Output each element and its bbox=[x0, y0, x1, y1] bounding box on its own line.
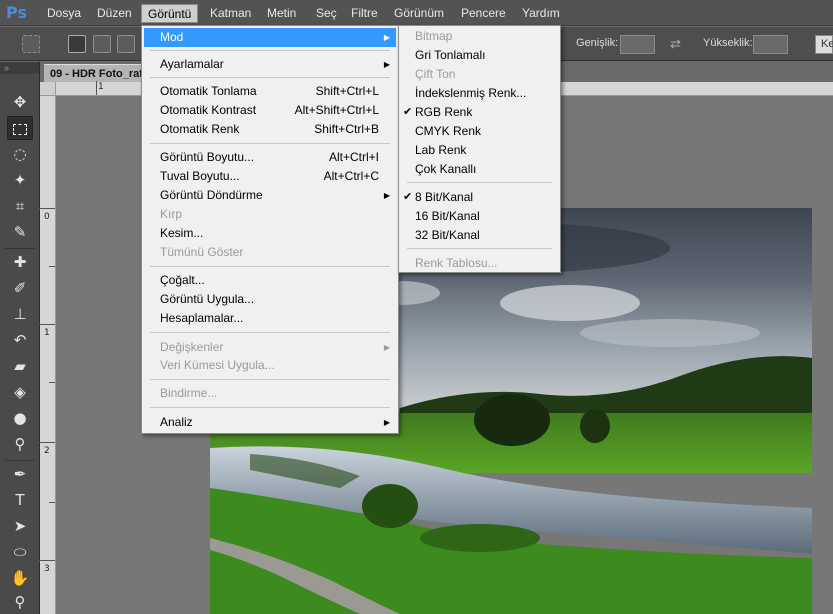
refine-edge-button[interactable]: Ke bbox=[815, 35, 833, 54]
swap-icon[interactable]: ⇄ bbox=[670, 36, 681, 52]
menu-filtre[interactable]: Filtre bbox=[345, 4, 384, 23]
ruler-top-label: 1 bbox=[98, 82, 104, 92]
eyedropper-tool-icon[interactable]: ✎ bbox=[7, 220, 33, 244]
width-field[interactable] bbox=[620, 35, 655, 54]
menu-dosya[interactable]: Dosya bbox=[41, 4, 87, 23]
ruler-left: 0 1 2 3 bbox=[39, 82, 56, 614]
mode-item-cok-kanalli[interactable]: Çok Kanallı bbox=[401, 160, 558, 179]
menu-goruntu[interactable]: Görüntü bbox=[141, 4, 199, 23]
mode-submenu: Bitmap Gri Tonlamalı Çift Ton İndekslenm… bbox=[398, 25, 561, 273]
history-brush-tool-icon[interactable]: ↶ bbox=[7, 328, 33, 352]
mode-item-rgb-renk[interactable]: ✔ RGB Renk bbox=[401, 103, 558, 122]
menu-item-cogalt[interactable]: Çoğalt... bbox=[144, 271, 396, 290]
clone-stamp-tool-icon[interactable]: ⊥ bbox=[7, 302, 33, 326]
mode-item-32-bit[interactable]: 32 Bit/Kanal bbox=[401, 226, 558, 245]
height-label: Yükseklik: bbox=[703, 37, 753, 49]
healing-brush-tool-icon[interactable]: ✚ bbox=[7, 250, 33, 274]
menu-item-kirp: Kırp bbox=[160, 207, 183, 221]
marquee-preset-icon[interactable] bbox=[22, 35, 40, 53]
subtract-selection-icon[interactable] bbox=[117, 35, 135, 53]
magic-wand-tool-icon[interactable]: ✦ bbox=[7, 168, 33, 192]
ruler-corner bbox=[40, 82, 56, 96]
menu-separator bbox=[150, 332, 390, 333]
menu-item-tumunu-goster: Tümünü Göster bbox=[160, 245, 244, 259]
move-tool-icon[interactable]: ✥ bbox=[7, 90, 33, 114]
menu-separator bbox=[407, 182, 552, 183]
ruler-left-label: 3 bbox=[44, 564, 50, 574]
mode-item-indeksli-renk[interactable]: İndekslenmiş Renk... bbox=[401, 84, 558, 103]
menu-item-mod[interactable]: Mod ▶ bbox=[144, 28, 396, 47]
rect-marquee-tool-icon[interactable] bbox=[7, 116, 33, 140]
mode-item-8-bit[interactable]: ✔ 8 Bit/Kanal bbox=[401, 188, 558, 207]
menu-separator bbox=[150, 50, 390, 51]
menu-item-analiz[interactable]: Analiz ▶ bbox=[144, 413, 396, 432]
menu-separator bbox=[150, 266, 390, 267]
mode-item-16-bit[interactable]: 16 Bit/Kanal bbox=[401, 207, 558, 226]
add-selection-icon[interactable] bbox=[93, 35, 111, 53]
crop-tool-icon[interactable]: ⌗ bbox=[7, 194, 33, 218]
mode-item-cmyk-renk[interactable]: CMYK Renk bbox=[401, 122, 558, 141]
width-label: Genişlik: bbox=[576, 37, 619, 49]
menu-katman[interactable]: Katman bbox=[204, 4, 257, 23]
menu-separator bbox=[407, 248, 552, 249]
menu-metin[interactable]: Metin bbox=[261, 4, 302, 23]
menu-separator bbox=[150, 143, 390, 144]
menu-item-kesim[interactable]: Kesim... bbox=[144, 224, 396, 243]
tools-collapse-handle[interactable]: » bbox=[0, 62, 39, 74]
menu-duzen[interactable]: Düzen bbox=[91, 4, 138, 23]
menu-yardim[interactable]: Yardım bbox=[516, 4, 566, 23]
blur-tool-icon[interactable]: ● bbox=[7, 406, 33, 430]
tools-divider bbox=[5, 248, 35, 249]
brush-tool-icon[interactable]: ✐ bbox=[7, 276, 33, 300]
menu-item-bindirme: Bindirme... bbox=[160, 386, 218, 400]
menu-item-otomatik-renk[interactable]: Otomatik Renk Shift+Ctrl+B bbox=[144, 120, 396, 139]
menu-pencere[interactable]: Pencere bbox=[455, 4, 512, 23]
hand-tool-icon[interactable]: ✋ bbox=[7, 566, 33, 590]
menu-separator bbox=[150, 379, 390, 380]
menu-separator bbox=[150, 77, 390, 78]
mode-item-cift-ton: Çift Ton bbox=[415, 67, 456, 81]
zoom-tool-icon[interactable]: ⚲ bbox=[7, 590, 33, 614]
mode-item-lab-renk[interactable]: Lab Renk bbox=[401, 141, 558, 160]
lasso-tool-icon[interactable]: ◌ bbox=[7, 142, 33, 166]
menu-sec[interactable]: Seç bbox=[310, 4, 343, 23]
mode-item-renk-tablosu: Renk Tablosu... bbox=[415, 256, 498, 270]
menu-item-degiskenler: Değişkenler ▶ bbox=[160, 340, 390, 354]
menu-item-tuval-boyutu[interactable]: Tuval Boyutu... Alt+Ctrl+C bbox=[144, 167, 396, 186]
menu-gorunum[interactable]: Görünüm bbox=[388, 4, 450, 23]
menu-item-ayarlamalar[interactable]: Ayarlamalar ▶ bbox=[144, 55, 396, 74]
checkmark-icon: ✔ bbox=[403, 106, 413, 118]
menu-item-otomatik-tonlama[interactable]: Otomatik Tonlama Shift+Ctrl+L bbox=[144, 82, 396, 101]
menu-item-goruntu-uygula[interactable]: Görüntü Uygula... bbox=[144, 290, 396, 309]
menu-bar: Ps Dosya Düzen Görüntü Katman Metin Seç … bbox=[0, 0, 833, 26]
mode-item-bitmap: Bitmap bbox=[415, 29, 453, 43]
ruler-left-label: 1 bbox=[44, 328, 50, 338]
paint-bucket-tool-icon[interactable]: ◈ bbox=[7, 380, 33, 404]
path-selection-tool-icon[interactable]: ➤ bbox=[7, 514, 33, 538]
menu-item-goruntu-boyutu[interactable]: Görüntü Boyutu... Alt+Ctrl+I bbox=[144, 148, 396, 167]
ruler-left-label: 2 bbox=[44, 446, 50, 456]
checkmark-icon: ✔ bbox=[403, 191, 413, 203]
new-selection-icon[interactable] bbox=[68, 35, 86, 53]
image-menu: Mod ▶ Ayarlamalar ▶ Otomatik Tonlama Shift+… bbox=[141, 25, 399, 434]
menu-item-otomatik-kontrast[interactable]: Otomatik Kontrast Alt+Shift+Ctrl+L bbox=[144, 101, 396, 120]
menu-separator bbox=[150, 407, 390, 408]
height-field[interactable] bbox=[753, 35, 788, 54]
type-tool-icon[interactable]: T bbox=[7, 488, 33, 512]
tools-divider bbox=[5, 460, 35, 461]
dodge-tool-icon[interactable]: ⚲ bbox=[7, 432, 33, 456]
menu-item-veri-kumesi: Veri Kümesi Uygula... bbox=[160, 358, 275, 372]
menu-item-goruntu-dondurme[interactable]: Görüntü Döndürme ▶ bbox=[144, 186, 396, 205]
menu-item-hesaplamalar[interactable]: Hesaplamalar... bbox=[144, 309, 396, 328]
ellipse-tool-icon[interactable]: ⬭ bbox=[7, 540, 33, 564]
document-tab[interactable]: 09 - HDR Foto_rat bbox=[44, 64, 154, 82]
mode-item-gri-tonlamali[interactable]: Gri Tonlamalı bbox=[401, 46, 558, 65]
pen-tool-icon[interactable]: ✒ bbox=[7, 462, 33, 486]
tools-panel: » ✥ ◌ ✦ ⌗ ✎ ✚ ✐ ⊥ ↶ ▰ ◈ ● ⚲ ✒ T ➤ ⬭ ✋ ⚲ bbox=[0, 62, 40, 614]
ruler-left-label: 0 bbox=[44, 212, 50, 222]
eraser-tool-icon[interactable]: ▰ bbox=[7, 354, 33, 378]
photoshop-logo: Ps bbox=[6, 3, 27, 22]
